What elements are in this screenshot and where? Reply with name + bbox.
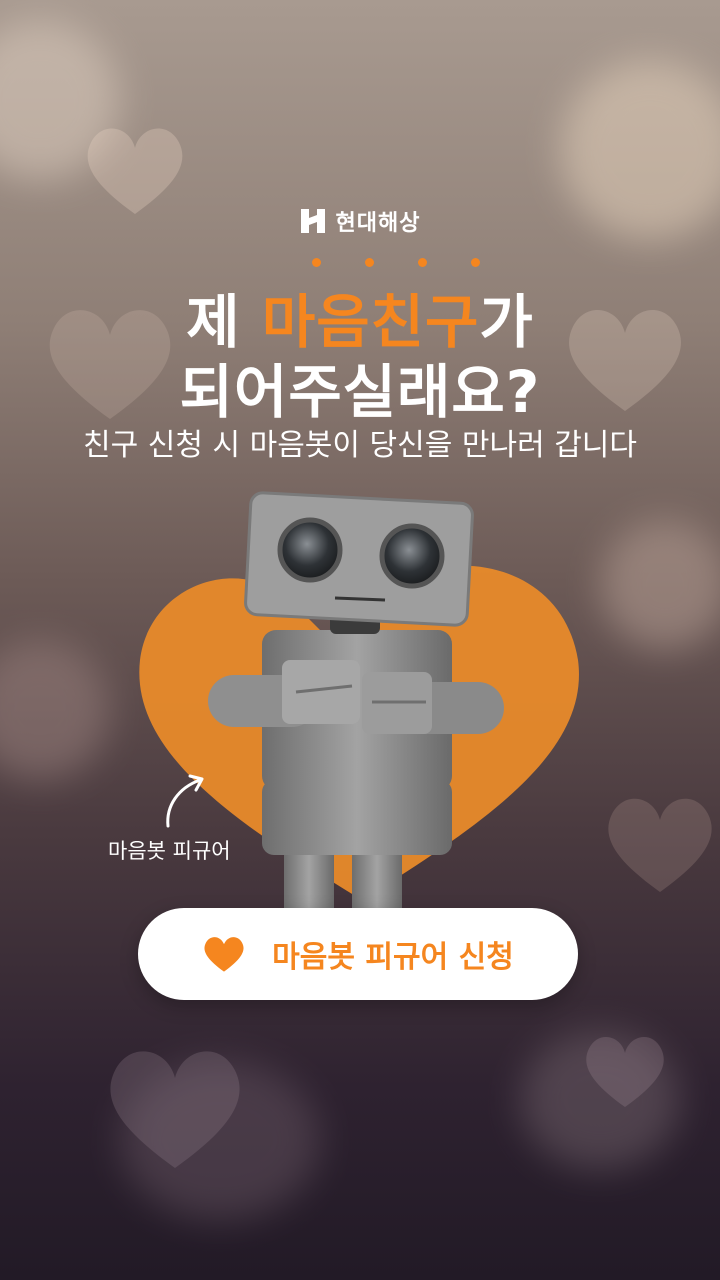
figure-label: 마음봇 피규어 — [108, 839, 231, 863]
robot-eye-left — [277, 517, 343, 583]
apply-figure-button[interactable]: 마음봇 피규어 신청 — [138, 908, 578, 1000]
brand: 현대해상 — [0, 205, 720, 237]
emphasis-dot — [312, 258, 321, 267]
headline-line2: 되어주실래요? — [179, 358, 541, 426]
apply-figure-button-label: 마음봇 피규어 신청 — [272, 940, 514, 975]
emphasis-dot — [365, 258, 374, 267]
heart-icon — [204, 937, 244, 972]
bokeh-heart — [586, 1037, 664, 1107]
subtitle: 친구 신청 시 마음봇이 당신을 만나러 갑니다 — [82, 428, 638, 463]
robot-hand-left — [282, 660, 360, 724]
robot-eye-right — [379, 523, 445, 589]
screen: 현대해상 제 마음친구가 되어주실래요? 친구 신청 시 마음봇이 당신을 만나… — [0, 0, 720, 1280]
curved-arrow-icon — [166, 774, 204, 828]
emphasis-dots — [0, 258, 720, 267]
emphasis-dot — [471, 258, 480, 267]
emphasis-dot — [418, 258, 427, 267]
robot-body-lower — [262, 780, 452, 855]
hyundai-h-logo-icon — [300, 209, 325, 233]
robot-mouth — [334, 596, 386, 602]
bokeh-heart — [110, 1051, 240, 1168]
brand-name: 현대해상 — [335, 211, 421, 236]
